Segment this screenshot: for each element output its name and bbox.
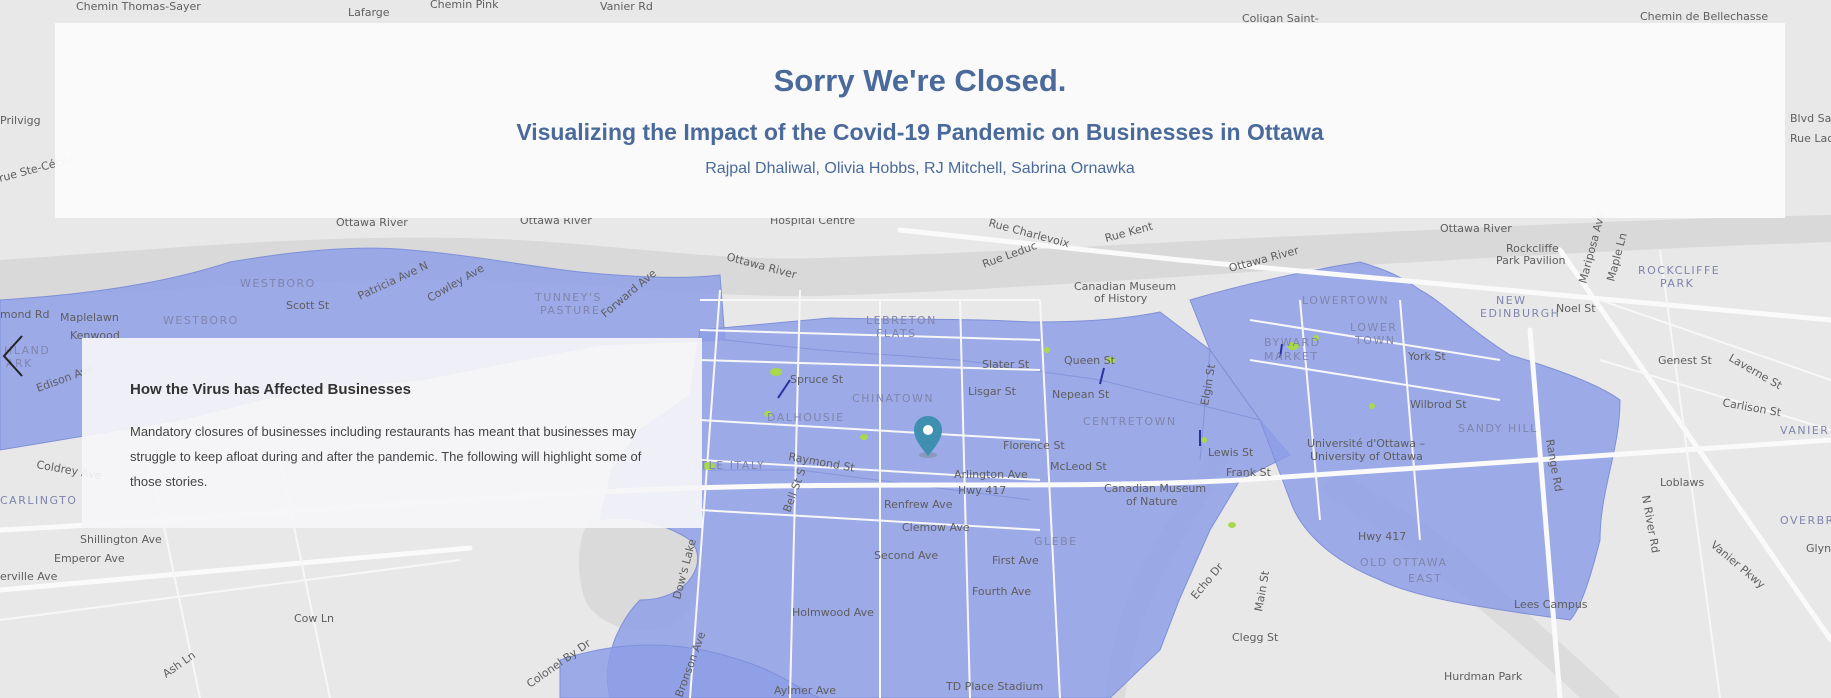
svg-text:WESTBORO: WESTBORO <box>163 314 239 327</box>
svg-text:Glynn: Glynn <box>1806 542 1831 555</box>
svg-text:Clemow Ave: Clemow Ave <box>902 521 970 534</box>
svg-text:ROCKCLIFFE: ROCKCLIFFE <box>1638 264 1720 277</box>
svg-text:Chemin Thomas-Sayer: Chemin Thomas-Sayer <box>76 0 201 13</box>
header-card: Sorry We're Closed. Visualizing the Impa… <box>55 23 1785 218</box>
svg-text:WESTBORO: WESTBORO <box>240 277 316 290</box>
svg-text:EAST: EAST <box>1408 572 1442 585</box>
svg-text:erville Ave: erville Ave <box>0 570 58 583</box>
svg-text:Nepean St: Nepean St <box>1052 388 1110 401</box>
svg-text:LOWER: LOWER <box>1350 321 1397 334</box>
svg-text:Holmwood Ave: Holmwood Ave <box>792 606 874 619</box>
svg-text:NEW: NEW <box>1496 294 1527 307</box>
svg-text:Aylmer Ave: Aylmer Ave <box>774 684 836 697</box>
svg-text:CHINATOWN: CHINATOWN <box>852 392 934 405</box>
svg-text:Florence St: Florence St <box>1003 439 1065 452</box>
svg-text:GLEBE: GLEBE <box>1034 535 1078 548</box>
svg-text:SANDY HILL: SANDY HILL <box>1458 422 1538 435</box>
svg-text:Vanier Rd: Vanier Rd <box>600 0 653 13</box>
svg-text:McLeod St: McLeod St <box>1050 460 1107 473</box>
svg-text:CENTRETOWN: CENTRETOWN <box>1083 415 1177 428</box>
svg-text:Blvd Saint-: Blvd Saint- <box>1790 112 1831 125</box>
svg-text:Second Ave: Second Ave <box>874 549 938 562</box>
svg-text:Lees Campus: Lees Campus <box>1514 598 1588 611</box>
authors-line: Rajpal Dhaliwal, Olivia Hobbs, RJ Mitche… <box>705 160 1135 177</box>
svg-text:Lisgar St: Lisgar St <box>968 385 1017 398</box>
svg-text:BYWARD: BYWARD <box>1264 336 1321 349</box>
svg-text:Canadian Museum: Canadian Museum <box>1104 482 1206 495</box>
svg-text:mond Rd: mond Rd <box>0 308 50 321</box>
svg-text:Park Pavilion: Park Pavilion <box>1496 254 1566 267</box>
svg-text:Loblaws: Loblaws <box>1660 476 1704 489</box>
prev-slide-button[interactable] <box>0 334 26 378</box>
svg-text:LEBRETON: LEBRETON <box>866 314 937 327</box>
svg-text:Hwy 417: Hwy 417 <box>958 484 1006 497</box>
svg-text:Rue Lacasse: Rue Lacasse <box>1790 132 1831 145</box>
svg-text:DALHOUSIE: DALHOUSIE <box>767 411 845 424</box>
svg-text:Hwy 417: Hwy 417 <box>1358 530 1406 543</box>
page-title: Sorry We're Closed. <box>773 63 1067 98</box>
svg-text:Fourth Ave: Fourth Ave <box>972 585 1031 598</box>
chevron-left-icon <box>2 335 23 377</box>
svg-text:OLD OTTAWA: OLD OTTAWA <box>1360 556 1448 569</box>
svg-text:Chemin Pink: Chemin Pink <box>430 0 499 11</box>
svg-text:Noel St: Noel St <box>1556 302 1596 315</box>
svg-text:University of Ottawa: University of Ottawa <box>1310 450 1423 463</box>
story-heading: How the Virus has Affected Businesses <box>130 381 411 398</box>
svg-text:of History: of History <box>1094 292 1148 305</box>
svg-text:Lafarge: Lafarge <box>348 6 390 19</box>
svg-text:Spruce St: Spruce St <box>790 373 844 386</box>
svg-text:CARLINGTO: CARLINGTO <box>0 494 77 507</box>
svg-text:FLATS: FLATS <box>876 327 917 340</box>
svg-text:Maplelawn: Maplelawn <box>60 311 119 324</box>
story-body: Mandatory closures of businesses includi… <box>130 424 642 489</box>
svg-text:York St: York St <box>1407 350 1446 363</box>
page-subtitle: Visualizing the Impact of the Covid-19 P… <box>516 119 1324 145</box>
svg-text:Ottawa River: Ottawa River <box>1440 222 1512 235</box>
svg-text:Chemin de Bellechasse: Chemin de Bellechasse <box>1640 10 1768 23</box>
svg-text:OVERBR: OVERBR <box>1780 514 1831 527</box>
svg-text:Wilbrod St: Wilbrod St <box>1410 398 1467 411</box>
svg-text:Clegg St: Clegg St <box>1232 631 1279 644</box>
svg-text:Prilvigg: Prilvigg <box>0 114 41 127</box>
svg-text:TUNNEY'S: TUNNEY'S <box>534 291 602 304</box>
svg-text:Slater St: Slater St <box>982 358 1030 371</box>
svg-text:Hurdman Park: Hurdman Park <box>1444 670 1523 683</box>
svg-text:Frank St: Frank St <box>1226 466 1272 479</box>
svg-text:of Nature: of Nature <box>1126 495 1178 508</box>
svg-text:Université d'Ottawa –: Université d'Ottawa – <box>1307 437 1425 450</box>
svg-text:Shillington Ave: Shillington Ave <box>80 533 162 546</box>
svg-text:TOWN: TOWN <box>1354 334 1395 347</box>
svg-text:Scott St: Scott St <box>286 299 330 312</box>
svg-text:Queen St: Queen St <box>1064 354 1116 367</box>
svg-text:Arlington Ave: Arlington Ave <box>954 468 1028 481</box>
svg-text:VANIER: VANIER <box>1780 424 1829 437</box>
story-card: How the Virus has Affected Businesses Ma… <box>82 338 702 528</box>
svg-text:EDINBURGH: EDINBURGH <box>1480 307 1560 320</box>
svg-text:LOWERTOWN: LOWERTOWN <box>1302 294 1389 307</box>
svg-text:PASTURE: PASTURE <box>540 304 600 317</box>
svg-text:TD Place Stadium: TD Place Stadium <box>945 680 1043 693</box>
svg-text:Cow Ln: Cow Ln <box>294 612 334 625</box>
svg-text:MARKET: MARKET <box>1264 350 1319 363</box>
svg-text:Lewis St: Lewis St <box>1208 446 1254 459</box>
svg-text:First Ave: First Ave <box>992 554 1039 567</box>
svg-text:Genest St: Genest St <box>1658 354 1713 367</box>
svg-text:PARK: PARK <box>1660 277 1694 290</box>
svg-text:Renfrew Ave: Renfrew Ave <box>884 498 953 511</box>
svg-text:Emperor Ave: Emperor Ave <box>54 552 125 565</box>
